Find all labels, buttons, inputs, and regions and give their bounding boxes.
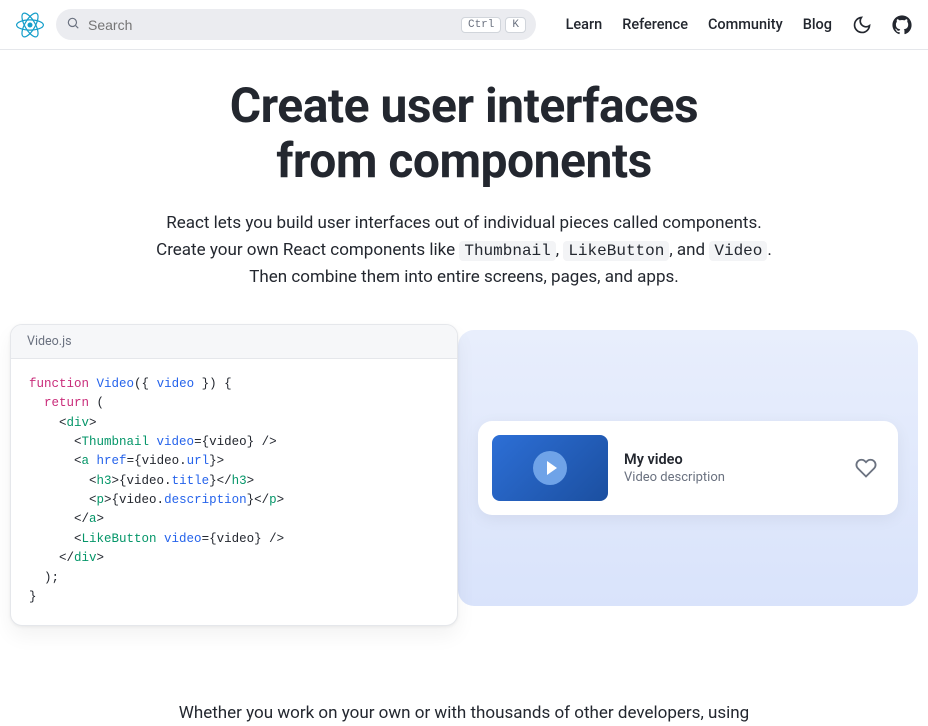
- kbd-k: K: [505, 17, 526, 33]
- hero-paragraph: React lets you build user interfaces out…: [144, 210, 784, 289]
- hero-title-line2: from components: [276, 132, 652, 189]
- code-filename-tab: Video.js: [11, 325, 457, 359]
- search-icon: [66, 15, 80, 34]
- video-card: My video Video description: [478, 421, 898, 515]
- nav-blog[interactable]: Blog: [803, 16, 832, 33]
- github-icon[interactable]: [892, 15, 912, 35]
- video-description: Video description: [624, 470, 836, 485]
- code-thumbnail: Thumbnail: [459, 241, 555, 261]
- video-meta: My video Video description: [624, 451, 836, 485]
- hero-title-line1: Create user interfaces: [230, 77, 698, 134]
- kbd-ctrl: Ctrl: [461, 17, 501, 33]
- react-logo[interactable]: [16, 11, 44, 39]
- nav-community[interactable]: Community: [708, 16, 783, 33]
- code-video: Video: [709, 241, 767, 261]
- code-likebutton: LikeButton: [563, 241, 669, 261]
- like-button[interactable]: [852, 454, 880, 482]
- nav-learn[interactable]: Learn: [566, 16, 603, 33]
- nav-reference[interactable]: Reference: [622, 16, 688, 33]
- site-header: Ctrl K Learn Reference Community Blog: [0, 0, 928, 50]
- demo-section: My video Video description Video.js func…: [0, 310, 928, 667]
- footer-paragraph: Whether you work on your own or with tho…: [144, 700, 784, 726]
- code-panel: Video.js function Video({ video }) { ret…: [10, 324, 458, 627]
- hero-title: Create user interfaces from components: [20, 78, 908, 188]
- code-block: function Video({ video }) { return ( <di…: [11, 359, 457, 626]
- search-input[interactable]: [88, 17, 453, 33]
- search-shortcut: Ctrl K: [461, 17, 526, 33]
- video-thumbnail[interactable]: [492, 435, 608, 501]
- primary-nav: Learn Reference Community Blog: [566, 15, 912, 35]
- video-title[interactable]: My video: [624, 451, 836, 468]
- preview-panel: My video Video description: [458, 330, 918, 607]
- dark-mode-icon[interactable]: [852, 15, 872, 35]
- search-box[interactable]: Ctrl K: [56, 9, 536, 40]
- play-icon: [533, 451, 567, 485]
- hero-section: Create user interfaces from components R…: [0, 50, 928, 310]
